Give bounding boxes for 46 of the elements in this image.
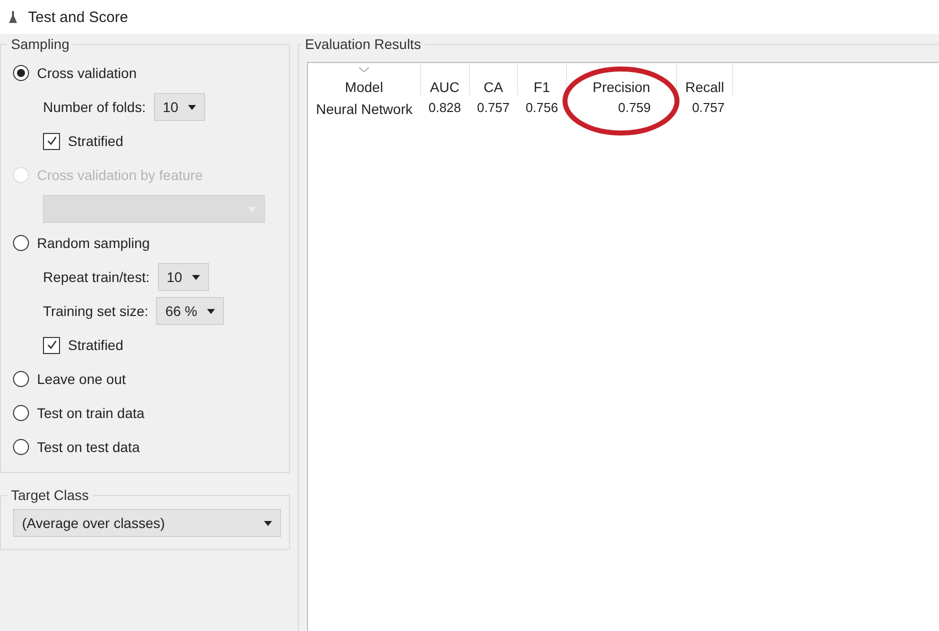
- table-cell: 0.757: [692, 100, 725, 114]
- radio-button[interactable]: [13, 405, 29, 421]
- caret-icon: [264, 520, 272, 526]
- caret-icon: [207, 308, 216, 314]
- column-header[interactable]: Model: [344, 79, 384, 95]
- checkbox[interactable]: [43, 132, 60, 150]
- table-cell: Neural Network: [316, 101, 412, 117]
- dropdown[interactable]: 66 %: [156, 297, 224, 325]
- radio-button[interactable]: [13, 235, 29, 251]
- group-title: Evaluation Results: [304, 36, 422, 52]
- group-title: Target Class: [10, 487, 90, 503]
- window-title: Test and Score: [28, 8, 128, 26]
- radio-button[interactable]: [13, 371, 29, 387]
- check-icon: [46, 135, 58, 147]
- dropdown-label: Training set size:: [43, 303, 148, 319]
- group-title: Sampling: [10, 36, 70, 52]
- table-cell: 0.759: [618, 100, 651, 114]
- flask-icon: [8, 10, 18, 24]
- check-icon: [46, 339, 58, 351]
- radio-label: Test on test data: [37, 439, 140, 455]
- table-cell: 0.756: [526, 100, 558, 114]
- radio-button[interactable]: [13, 65, 29, 81]
- dropdown-label: Number of folds:: [43, 99, 146, 115]
- checkbox-label: Stratified: [68, 337, 124, 353]
- column-header[interactable]: Recall: [685, 79, 724, 95]
- column-header[interactable]: CA: [484, 79, 504, 95]
- radio-button[interactable]: [13, 439, 29, 455]
- target-class-dropdown[interactable]: (Average over classes): [13, 509, 281, 537]
- column-header[interactable]: AUC: [430, 79, 460, 95]
- caret-icon: [192, 274, 200, 280]
- table-cell: 0.757: [477, 100, 510, 114]
- caret-icon: [188, 104, 196, 110]
- radio-label: Leave one out: [37, 371, 126, 387]
- radio-label: Test on train data: [37, 405, 144, 421]
- radio-label: Cross validation by feature: [37, 167, 203, 183]
- table-cell: 0.828: [428, 100, 462, 114]
- column-header[interactable]: Precision: [592, 79, 650, 95]
- dropdown[interactable]: 10: [154, 93, 206, 121]
- dropdown[interactable]: 10: [158, 263, 210, 291]
- checkbox[interactable]: [43, 336, 60, 354]
- radio-label: Random sampling: [37, 235, 150, 251]
- checkbox-label: Stratified: [68, 133, 124, 149]
- radio-label: Cross validation: [37, 65, 137, 81]
- sort-indicator-icon: [358, 67, 369, 72]
- dropdown-label: Repeat train/test:: [43, 269, 150, 285]
- column-header[interactable]: F1: [534, 79, 550, 95]
